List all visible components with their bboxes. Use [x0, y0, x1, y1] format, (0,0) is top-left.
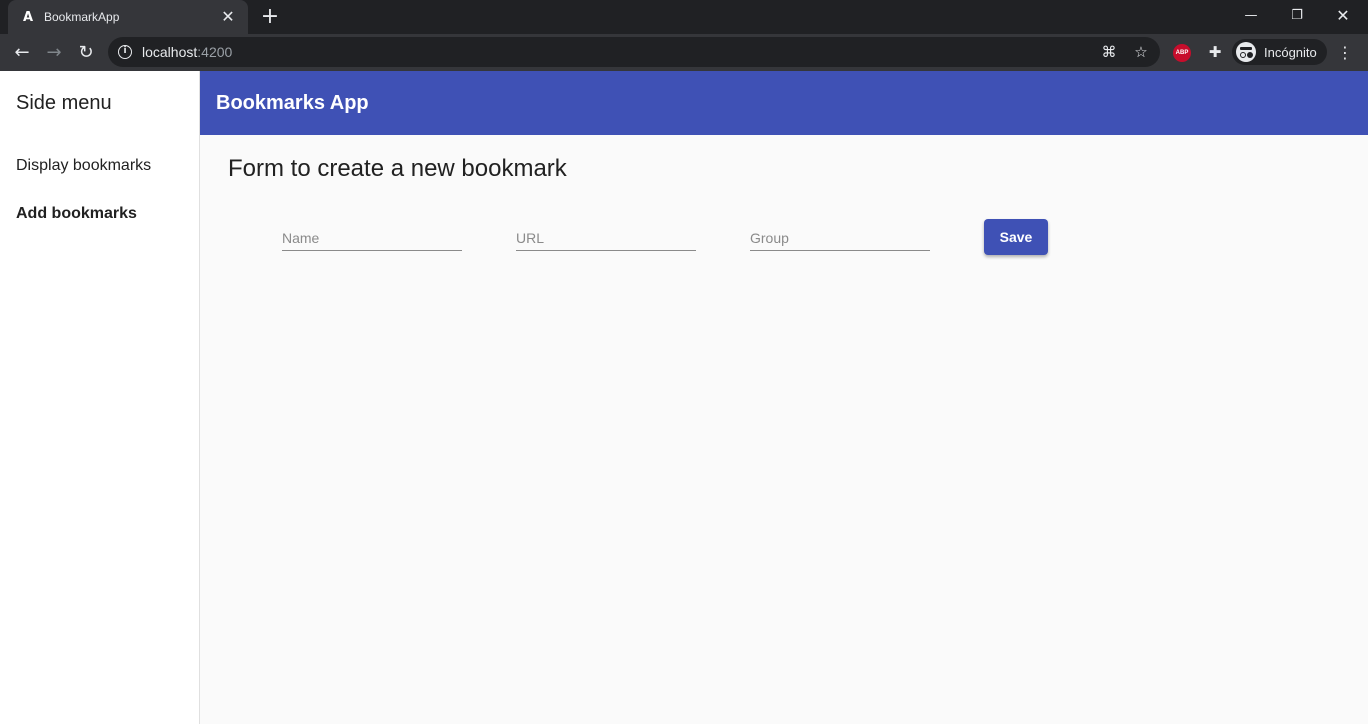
side-nav: Side menu Display bookmarks Add bookmark…: [0, 71, 200, 724]
browser-menu-icon[interactable]: ⋮: [1336, 40, 1354, 66]
translate-icon[interactable]: ⌘: [1100, 43, 1118, 61]
back-arrow-icon[interactable]: ←: [9, 40, 35, 66]
close-tab-icon[interactable]: ✕: [220, 9, 236, 25]
app-container: Side menu Display bookmarks Add bookmark…: [0, 71, 1368, 724]
group-field: [750, 221, 930, 251]
incognito-label: Incógnito: [1264, 44, 1317, 60]
url-port: :4200: [197, 44, 233, 60]
close-window-icon[interactable]: ✕: [1320, 0, 1366, 30]
restore-icon[interactable]: ❐: [1274, 0, 1320, 30]
url-host: localhost: [142, 44, 198, 60]
site-info-icon[interactable]: i: [118, 45, 132, 59]
save-button[interactable]: Save: [984, 219, 1048, 255]
adblock-plus-icon[interactable]: ABP: [1173, 44, 1191, 62]
browser-tab[interactable]: A BookmarkApp ✕: [8, 0, 248, 34]
sidebar-item-add-bookmarks[interactable]: Add bookmarks: [16, 205, 137, 223]
name-field: [282, 221, 462, 251]
reload-icon[interactable]: ↻: [73, 40, 99, 66]
browser-tabstrip: A BookmarkApp ✕ + — ❐ ✕: [0, 0, 1368, 34]
side-nav-title: Side menu: [16, 92, 112, 114]
incognito-icon: [1236, 42, 1256, 62]
url-input[interactable]: [516, 229, 696, 247]
group-input[interactable]: [750, 229, 930, 247]
address-bar[interactable]: i localhost:4200 ⌘ ☆: [108, 37, 1160, 67]
app-title: Bookmarks App: [216, 92, 369, 114]
main-content: Form to create a new bookmark Save: [200, 135, 1368, 724]
page-title: Form to create a new bookmark: [228, 155, 567, 182]
name-input[interactable]: [282, 229, 462, 247]
bookmark-star-icon[interactable]: ☆: [1132, 43, 1150, 61]
tab-title: BookmarkApp: [44, 10, 120, 24]
forward-arrow-icon[interactable]: →: [41, 40, 67, 66]
new-tab-icon[interactable]: +: [258, 5, 282, 29]
extensions-puzzle-icon[interactable]: ✚: [1205, 42, 1225, 62]
url-field: [516, 221, 696, 251]
app-toolbar: Bookmarks App: [200, 71, 1368, 135]
incognito-profile-button[interactable]: Incógnito: [1232, 39, 1327, 65]
minimize-icon[interactable]: —: [1228, 0, 1274, 30]
sidebar-item-display-bookmarks[interactable]: Display bookmarks: [16, 157, 151, 175]
browser-toolbar: ← → ↻ i localhost:4200 ⌘ ☆ ABP ✚ Incógni…: [0, 34, 1368, 71]
angular-favicon-icon: A: [22, 9, 34, 25]
